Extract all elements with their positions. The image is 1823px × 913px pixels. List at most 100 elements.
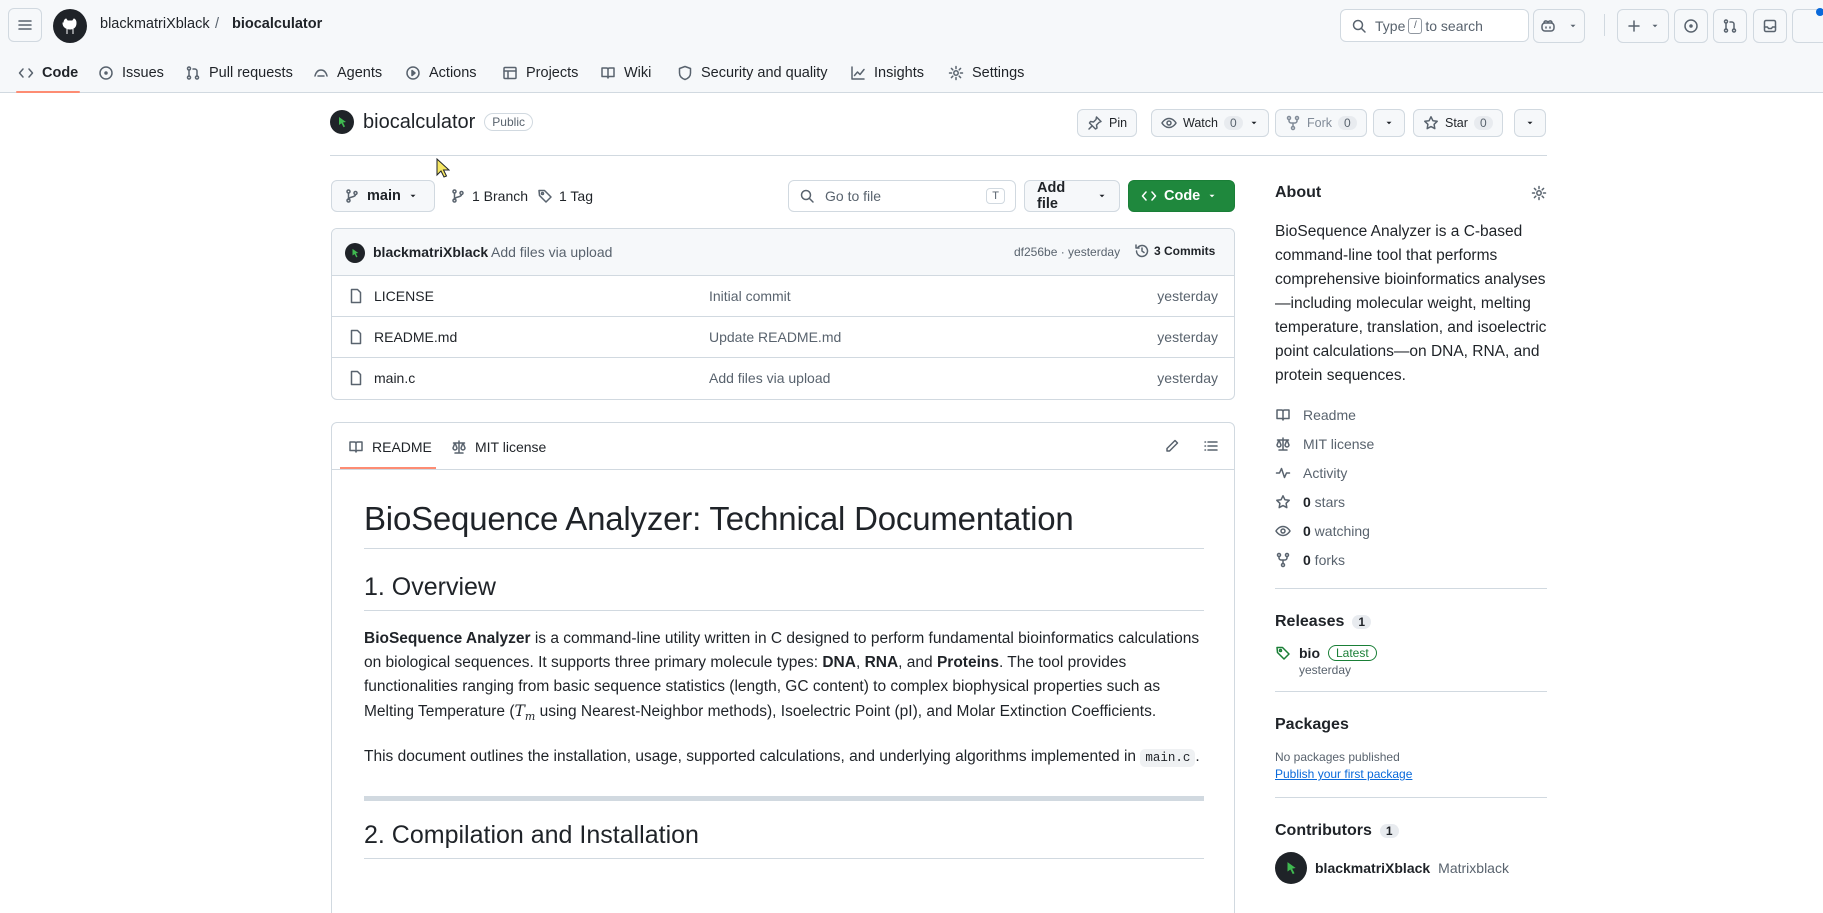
- table-icon: [502, 65, 518, 81]
- star-icon: [1275, 494, 1291, 510]
- repo-title: biocalculator Public: [330, 110, 533, 134]
- release-time: yesterday: [1299, 663, 1352, 677]
- file-time: yesterday: [1157, 329, 1218, 345]
- section-heading-compile: 2. Compilation and Installation: [364, 821, 1204, 860]
- tab-readme[interactable]: README: [348, 423, 432, 470]
- issues-button[interactable]: [1674, 9, 1708, 43]
- tab-projects[interactable]: Projects: [502, 52, 578, 93]
- commit-author[interactable]: blackmatriXblack: [373, 244, 488, 260]
- activity-link[interactable]: Activity: [1275, 458, 1547, 487]
- issue-icon: [98, 65, 114, 81]
- pin-label: Pin: [1109, 116, 1128, 130]
- search-input[interactable]: Type / to search: [1340, 9, 1529, 42]
- file-time: yesterday: [1157, 288, 1218, 304]
- bold-text: DNA: [822, 654, 856, 671]
- tab-insights[interactable]: Insights: [850, 52, 924, 93]
- file-name[interactable]: LICENSE: [374, 288, 434, 304]
- tab-code[interactable]: Code: [15, 52, 81, 93]
- fork-button[interactable]: Fork 0: [1275, 109, 1367, 137]
- release-tag[interactable]: bio: [1299, 645, 1320, 661]
- user-avatar[interactable]: [1792, 8, 1823, 43]
- star-button[interactable]: Star 0: [1413, 109, 1503, 137]
- tab-label: Security and quality: [701, 64, 828, 81]
- file-commit-message[interactable]: Add files via upload: [709, 370, 830, 386]
- forks-link[interactable]: 0 forks: [1275, 545, 1547, 574]
- plus-icon: [1626, 18, 1642, 34]
- file-name[interactable]: main.c: [374, 370, 415, 386]
- pull-requests-button[interactable]: [1713, 9, 1747, 43]
- star-dropdown[interactable]: [1514, 109, 1546, 137]
- file-row[interactable]: LICENSE Initial commit yesterday: [332, 276, 1234, 317]
- breadcrumb-owner[interactable]: blackmatriXblack: [100, 16, 210, 32]
- repo-sidebar: About BioSequence Analyzer is a C-based …: [1275, 180, 1547, 884]
- contributor-item[interactable]: blackmatriXblack Matrixblack: [1275, 852, 1547, 884]
- tab-wiki[interactable]: Wiki: [600, 52, 651, 93]
- author-avatar[interactable]: [345, 243, 365, 263]
- pin-button[interactable]: Pin: [1077, 109, 1138, 137]
- commit-message[interactable]: Add files via upload: [491, 244, 612, 260]
- watching-link[interactable]: 0 watching: [1275, 516, 1547, 545]
- commits-count: 3 Commits: [1154, 244, 1216, 258]
- list-icon[interactable]: [1203, 438, 1219, 454]
- chevron-down-icon: [1650, 18, 1660, 34]
- watch-button[interactable]: Watch 0: [1151, 109, 1269, 137]
- license-link[interactable]: MIT license: [1275, 429, 1547, 458]
- tab-label: Projects: [526, 64, 579, 81]
- tags-link[interactable]: 1 Tag: [537, 188, 593, 204]
- contributor-username[interactable]: blackmatriXblack: [1315, 860, 1430, 876]
- owner-avatar[interactable]: [330, 110, 354, 134]
- packages-header[interactable]: Packages: [1275, 716, 1547, 734]
- tab-agents[interactable]: Agents: [313, 52, 382, 93]
- publish-package-link[interactable]: Publish your first package: [1275, 767, 1547, 781]
- bold-text: Proteins: [936, 654, 999, 671]
- book-icon: [348, 439, 364, 455]
- add-file-button[interactable]: Add file: [1024, 180, 1120, 212]
- watch-label: Watch: [1183, 116, 1218, 130]
- readme-title: BioSequence Analyzer: Technical Document…: [364, 500, 1204, 549]
- github-logo-icon[interactable]: [53, 9, 87, 43]
- tab-issues[interactable]: Issues: [98, 52, 164, 93]
- create-new-button[interactable]: [1617, 9, 1669, 43]
- fork-dropdown[interactable]: [1373, 109, 1405, 137]
- shield-icon: [677, 65, 693, 81]
- contributors-count: 1: [1379, 824, 1399, 838]
- gear-icon[interactable]: [1531, 185, 1547, 201]
- code-button[interactable]: Code: [1128, 180, 1235, 212]
- readme-link[interactable]: Readme: [1275, 400, 1547, 429]
- tab-actions[interactable]: Actions: [405, 52, 477, 93]
- breadcrumb-repo[interactable]: biocalculator: [232, 16, 322, 32]
- menu-icon[interactable]: [8, 8, 42, 42]
- branch-selector[interactable]: main: [331, 180, 435, 212]
- tab-settings[interactable]: Settings: [948, 52, 1024, 93]
- releases-header[interactable]: Releases 1: [1275, 613, 1547, 631]
- tab-security[interactable]: Security and quality: [677, 52, 828, 93]
- copilot-button[interactable]: [1533, 9, 1585, 43]
- file-commit-message[interactable]: Initial commit: [709, 288, 791, 304]
- contributor-avatar[interactable]: [1275, 852, 1307, 884]
- inbox-button[interactable]: [1753, 9, 1787, 43]
- tab-license[interactable]: MIT license: [451, 423, 546, 470]
- pencil-icon[interactable]: [1164, 438, 1180, 454]
- file-row[interactable]: README.md Update README.md yesterday: [332, 317, 1234, 358]
- release-item[interactable]: bio Latest: [1275, 645, 1547, 661]
- file-commit-message[interactable]: Update README.md: [709, 329, 841, 345]
- file-name[interactable]: README.md: [374, 329, 457, 345]
- tab-pull-requests[interactable]: Pull requests: [185, 52, 293, 93]
- file-row[interactable]: main.c Add files via upload yesterday: [332, 358, 1234, 399]
- chevron-down-icon: [1207, 188, 1217, 204]
- commits-link[interactable]: 3 Commits: [1134, 243, 1215, 259]
- add-file-label: Add file: [1037, 180, 1066, 212]
- branches-link[interactable]: 1 Branch: [450, 188, 528, 204]
- go-to-file-input[interactable]: Go to file T: [788, 180, 1016, 212]
- repo-name[interactable]: biocalculator: [363, 111, 475, 134]
- packages-empty: No packages published: [1275, 750, 1400, 764]
- text: , and: [898, 654, 937, 671]
- commit-hash[interactable]: df256be · yesterday: [1014, 245, 1120, 259]
- section-heading-overview: 1. Overview: [364, 573, 1204, 611]
- stars-link[interactable]: 0 stars: [1275, 487, 1547, 516]
- link-label: Activity: [1303, 464, 1348, 481]
- tab-label: Issues: [122, 64, 164, 81]
- tab-readme-label: README: [372, 438, 432, 455]
- inbox-icon: [1762, 18, 1778, 34]
- contributors-header[interactable]: Contributors 1: [1275, 822, 1547, 840]
